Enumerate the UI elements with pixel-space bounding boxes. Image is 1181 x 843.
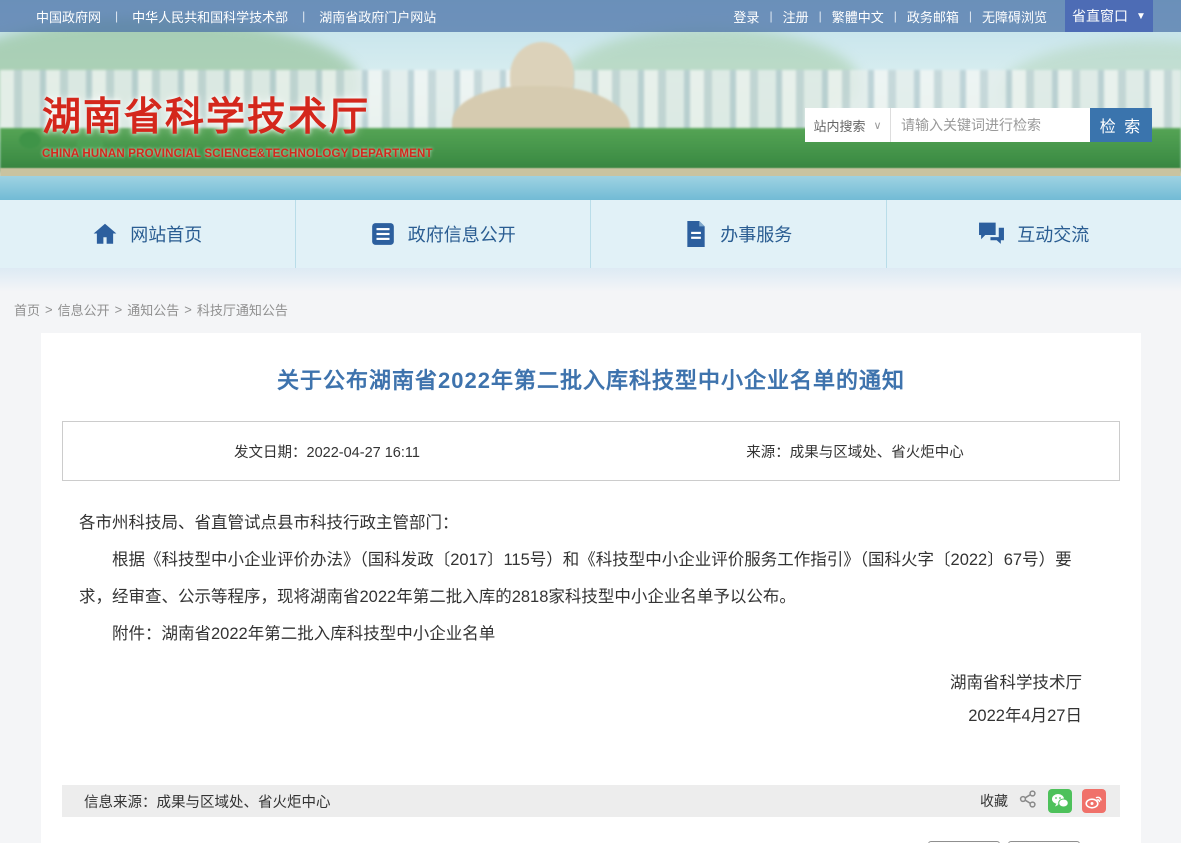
article-body: 各市州科技局、省直管试点县市科技行政主管部门： 根据《科技型中小企业评价办法》（… <box>62 505 1120 653</box>
top-utility-bar: 中国政府网 | 中华人民共和国科学技术部 | 湖南省政府门户网站 登录 | 注册… <box>0 0 1181 32</box>
register-link[interactable]: 注册 <box>783 7 809 26</box>
breadcrumb-separator: > <box>184 302 192 317</box>
divider: | <box>769 9 772 23</box>
signature-date: 2022年4月27日 <box>62 700 1082 733</box>
link-hunan-gov[interactable]: 湖南省政府门户网站 <box>319 7 436 26</box>
search-scope-label: 站内搜索 <box>813 116 865 135</box>
nav-item-label: 办事服务 <box>720 221 792 247</box>
article-title: 关于公布湖南省2022年第二批入库科技型中小企业名单的通知 <box>62 363 1120 395</box>
nav-item-home[interactable]: 网站首页 <box>0 200 296 268</box>
home-icon <box>92 221 118 247</box>
site-title: 湖南省科学技术厅 <box>42 86 433 142</box>
gov-mail-link[interactable]: 政务邮箱 <box>907 7 959 26</box>
attachment-link[interactable]: 附件：湖南省2022年第二批入库科技型中小企业名单 <box>79 616 1103 653</box>
chevron-down-icon: ▼ <box>1136 11 1146 22</box>
publish-date-label: 发文日期： <box>234 445 307 461</box>
publish-date: 发文日期：2022-04-27 16:11 <box>63 441 591 462</box>
favorite-button[interactable]: 收藏 <box>980 791 1008 811</box>
site-search: 站内搜索 ∨ 检 索 <box>805 108 1152 142</box>
nav-item-label: 政府信息公开 <box>408 221 516 247</box>
divider: | <box>819 9 822 23</box>
signature-org: 湖南省科学技术厅 <box>62 667 1082 700</box>
breadcrumb-separator: > <box>115 302 123 317</box>
article-signature: 湖南省科学技术厅 2022年4月27日 <box>62 667 1120 733</box>
link-most[interactable]: 中华人民共和国科学技术部 <box>132 7 288 26</box>
share-nodes-icon[interactable] <box>1018 789 1038 814</box>
nav-item-interaction[interactable]: 互动交流 <box>887 200 1181 268</box>
search-button[interactable]: 检 索 <box>1090 108 1152 142</box>
wechat-icon[interactable] <box>1048 789 1072 813</box>
breadcrumb: 首页 > 信息公开 > 通知公告 > 科技厅通知公告 <box>0 292 1181 333</box>
info-list-icon <box>370 221 396 247</box>
divider: | <box>115 9 118 23</box>
nav-item-label: 互动交流 <box>1017 221 1089 247</box>
breadcrumb-dept-notices[interactable]: 科技厅通知公告 <box>197 300 288 319</box>
body-paragraph: 根据《科技型中小企业评价办法》（国科发政〔2017〕115号）和《科技型中小企业… <box>79 542 1103 616</box>
portal-label: 省直窗口 <box>1072 6 1128 26</box>
accessibility-link[interactable]: 无障碍浏览 <box>982 7 1047 26</box>
divider: | <box>894 9 897 23</box>
search-input[interactable] <box>891 108 1090 142</box>
source-label: 来源： <box>746 445 790 461</box>
divider: | <box>302 9 305 23</box>
info-source-value: 成果与区域处、省火炬中心 <box>157 795 331 811</box>
source-value: 成果与区域处、省火炬中心 <box>790 445 964 461</box>
chevron-down-icon: ∨ <box>873 119 881 132</box>
top-right-links: 登录 | 注册 | 繁體中文 | 政务邮箱 | 无障碍浏览 <box>733 7 1047 26</box>
article-meta-box: 发文日期：2022-04-27 16:11 来源：成果与区域处、省火炬中心 <box>62 421 1120 481</box>
info-source-label: 信息来源： <box>84 795 157 811</box>
nav-item-services[interactable]: 办事服务 <box>591 200 887 268</box>
link-china-gov[interactable]: 中国政府网 <box>36 7 101 26</box>
provincial-portal-dropdown[interactable]: 省直窗口 ▼ <box>1065 0 1153 32</box>
info-source: 信息来源：成果与区域处、省火炬中心 <box>84 791 331 812</box>
salutation-paragraph: 各市州科技局、省直管试点县市科技行政主管部门： <box>79 505 1103 542</box>
search-scope-select[interactable]: 站内搜索 ∨ <box>805 108 891 142</box>
service-file-icon <box>684 221 708 247</box>
nav-item-label: 网站首页 <box>130 221 202 247</box>
breadcrumb-separator: > <box>45 302 53 317</box>
breadcrumb-home[interactable]: 首页 <box>14 300 40 319</box>
breadcrumb-info[interactable]: 信息公开 <box>58 300 110 319</box>
traditional-chinese-link[interactable]: 繁體中文 <box>832 7 884 26</box>
divider: | <box>969 9 972 23</box>
weibo-icon[interactable] <box>1082 789 1106 813</box>
publish-date-value: 2022-04-27 16:11 <box>307 445 420 461</box>
chat-icon <box>978 221 1005 247</box>
info-source-bar: 信息来源：成果与区域处、省火炬中心 收藏 <box>62 785 1120 817</box>
article-source: 来源：成果与区域处、省火炬中心 <box>591 441 1119 462</box>
top-left-links: 中国政府网 | 中华人民共和国科学技术部 | 湖南省政府门户网站 <box>36 7 436 26</box>
breadcrumb-notices[interactable]: 通知公告 <box>127 300 179 319</box>
nav-item-gov-info[interactable]: 政府信息公开 <box>296 200 592 268</box>
nav-bottom-fade <box>0 268 1181 292</box>
share-toolbar: 收藏 <box>980 789 1106 814</box>
site-logo[interactable]: 湖南省科学技术厅 CHINA HUNAN PROVINCIAL SCIENCE&… <box>42 86 433 160</box>
header-banner: 中国政府网 | 中华人民共和国科学技术部 | 湖南省政府门户网站 登录 | 注册… <box>0 0 1181 200</box>
article-card: 关于公布湖南省2022年第二批入库科技型中小企业名单的通知 发文日期：2022-… <box>41 333 1141 843</box>
main-nav: 网站首页 政府信息公开 办事服务 互动交流 <box>0 200 1181 268</box>
site-title-english: CHINA HUNAN PROVINCIAL SCIENCE&TECHNOLOG… <box>42 148 433 160</box>
banner-river <box>0 176 1181 200</box>
login-link[interactable]: 登录 <box>733 7 759 26</box>
